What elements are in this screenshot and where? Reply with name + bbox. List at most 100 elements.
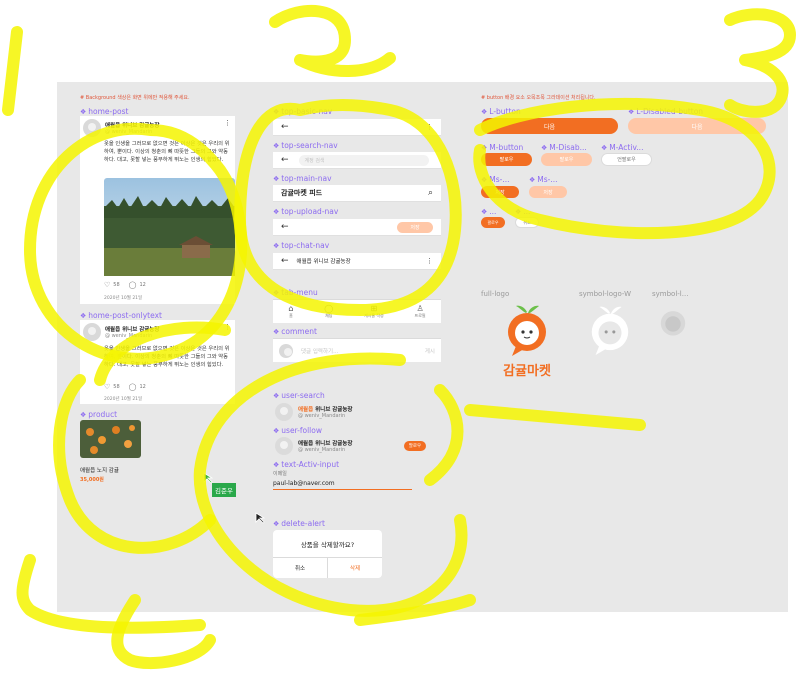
label-text: comment [281,327,317,336]
text-input-field[interactable]: 이메일 paul-lab@naver.com [273,470,412,490]
label-text: top-search-nav [281,141,338,150]
tab-label: 채팅 [325,313,333,318]
symbol-logo-w-label: symbol-logo-W [579,290,632,298]
cursor-arrow-icon [255,512,265,524]
search-icon[interactable]: ⌕ [428,188,433,198]
l-next-button[interactable]: 다음 [481,118,618,134]
search-input[interactable]: 계정 검색 [298,154,429,166]
like-count: 58 [113,384,120,390]
component-icon: ❖ [481,207,488,216]
label-text: top-basic-nav [281,107,333,116]
component-icon: ❖ [80,107,87,116]
tab-menu: ⌂ 홈 ◯ 채팅 ⊞ 게시물 작성 ♙ 프로필 [273,299,441,323]
comment-icon[interactable]: ◯ [129,383,137,391]
heart-icon[interactable]: ♡ [104,281,110,289]
arrow-left-icon[interactable]: ← [281,256,289,266]
component-icon: ❖ [273,460,280,469]
component-icon: ❖ [273,288,280,297]
product-price: 35,000원 [80,477,104,483]
m-active-label: ❖ M-Activ... [601,143,643,152]
user-search-label: ❖ user-search [273,391,325,400]
post-image[interactable] [104,178,235,276]
user-id: @ weniv_Mandarin [298,447,346,453]
component-icon: ❖ [481,107,488,116]
avatar[interactable] [83,119,101,137]
label-text: tab-menu [281,288,318,297]
home-post-card[interactable]: 애월읍 위니브 감귤농장 @ weniv_Mandarin ⋮ 옷을 인생을 그… [80,116,235,304]
logo-text: 감귤마켓 [503,364,551,379]
chat-title: 애월읍 위니브 감귤농장 [296,259,351,265]
comment-count: 12 [139,384,146,390]
user-follow-label: ❖ user-follow [273,426,322,435]
arrow-left-icon[interactable]: ← [281,155,289,165]
m-active-button[interactable]: 언팔로우 [601,153,652,166]
tab-profile[interactable]: ♙ 프로필 [415,304,426,319]
component-icon: ❖ [628,107,635,116]
label-text: ... [489,207,497,216]
alert-delete-button[interactable]: 삭제 [328,558,382,578]
component-icon: ❖ [273,141,280,150]
more-vertical-icon[interactable]: ⋮ [224,324,231,331]
user-follow-item[interactable]: 애월읍 위니브 감귤농장 @ weniv_Mandarin 팔로우 [273,435,428,457]
m-button-label: ❖ M-button [481,143,523,152]
upload-save-button[interactable]: 저장 [397,221,433,233]
product-image[interactable] [80,420,141,458]
email-field[interactable]: paul-lab@naver.com [273,480,412,490]
s-cancel-button[interactable]: 취소 [515,217,539,228]
follow-button[interactable]: 팔로우 [404,441,426,451]
tangerine-logo-icon [508,305,546,356]
ms-save-disabled-button[interactable]: 저장 [529,186,567,198]
tab-chat[interactable]: ◯ 채팅 [324,304,333,319]
m-disabled-label: ❖ M-Disab... [541,143,587,152]
chat-icon: ◯ [324,304,334,313]
more-vertical-icon[interactable]: ⋮ [426,257,433,265]
comment-icon[interactable]: ◯ [129,281,137,289]
arrow-left-icon[interactable]: ← [281,222,289,232]
top-upload-nav-label: ❖ top-upload-nav [273,207,338,216]
home-icon: ⌂ [288,304,294,313]
top-basic-nav: ← ⋮ [273,119,441,136]
symbol-logo-gray-icon [660,311,686,336]
component-icon: ❖ [273,426,280,435]
m-follow-button[interactable]: 팔로우 [481,153,532,166]
post-author-name[interactable]: 애월읍 위니브 감귤농장 [105,325,159,333]
heart-icon[interactable]: ♡ [104,383,110,391]
delete-alert: 상품을 삭제할까요? 취소 삭제 [273,530,382,578]
more-vertical-icon[interactable]: ⋮ [224,120,231,127]
component-icon: ❖ [80,311,87,320]
more-vertical-icon[interactable]: ⋮ [426,123,433,131]
arrow-left-icon[interactable]: ← [281,122,289,132]
top-main-nav: 감귤마켓 피드 ⌕ [273,185,441,202]
tab-home[interactable]: ⌂ 홈 [288,304,293,319]
user-search-item[interactable]: 애월읍 위니브 감귤농장 @ weniv_Mandarin [273,401,428,423]
product-card[interactable]: 애월읍 노지 감귤 35,000원 [80,420,141,483]
top-main-nav-label: ❖ top-main-nav [273,174,332,183]
s-label-2: ❖... [515,207,530,216]
comment-submit-button[interactable]: 게시 [425,347,435,355]
label-text: user-search [281,391,325,400]
ms-save-button[interactable]: 저장 [481,186,519,198]
avatar[interactable] [83,323,101,341]
label-text: M-button [489,143,524,152]
m-disabled-button[interactable]: 팔로우 [541,153,592,166]
s-follow-button[interactable]: 팔로우 [481,217,505,228]
home-post-onlytext-card[interactable]: 애월읍 위니브 감귤농장 @ weniv_Mandarin ⋮ 옷을 인생을 그… [80,320,235,404]
input-label: 이메일 [273,471,287,477]
l-disabled-button[interactable]: 다음 [628,118,766,134]
component-icon: ❖ [273,174,280,183]
top-chat-nav-label: ❖ top-chat-nav [273,241,329,250]
label-text: ... [523,207,531,216]
user-id: @ weniv_Mandarin [298,413,346,419]
avatar [275,403,293,421]
avatar [279,343,293,358]
label-text: top-main-nav [281,174,332,183]
symbol-l-label: symbol-l... [652,290,689,298]
user-icon: ♙ [416,304,424,313]
tab-post[interactable]: ⊞ 게시물 작성 [364,304,384,319]
comment-input[interactable]: 댓글 입력하기... [301,347,338,355]
post-author-name[interactable]: 애월읍 위니브 감귤농장 [105,121,159,129]
symbol-logo-white-icon [591,306,629,355]
alert-cancel-button[interactable]: 취소 [273,558,328,578]
full-logo: 감귤마켓 [492,302,562,380]
l-button-label: ❖ L-button [481,107,521,116]
